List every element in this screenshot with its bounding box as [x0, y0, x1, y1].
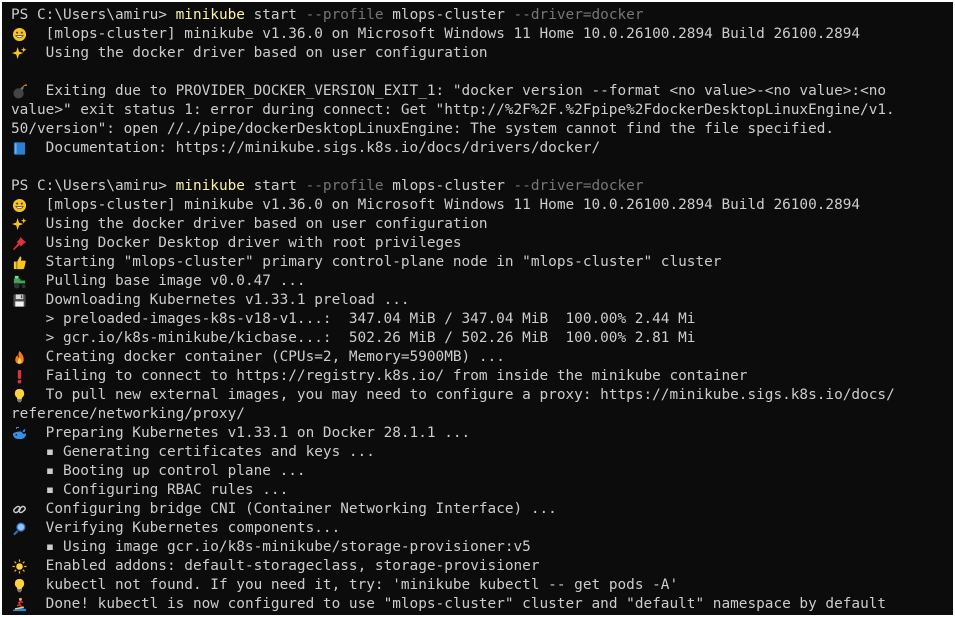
output-line: Using Docker Desktop driver with root pr…: [11, 234, 953, 253]
command-argument: mlops-cluster: [383, 178, 514, 194]
output-line: kubectl not found. If you need it, try: …: [11, 576, 953, 595]
command-flag: --driver=docker: [513, 178, 644, 194]
output-text: > gcr.io/k8s-minikube/kicbase...: 502.26…: [45, 330, 696, 346]
output-text: reference/networking/proxy/: [11, 406, 245, 422]
output-line: Using the docker driver based on user co…: [11, 215, 953, 234]
output-text: kubectl not found. If you need it, try: …: [45, 577, 679, 593]
output-text: value>" exit status 1: error during conn…: [11, 102, 895, 118]
grinning-face-icon: [11, 25, 37, 44]
magnifier-icon: [11, 519, 37, 538]
output-text: Downloading Kubernetes v1.33.1 preload .…: [45, 292, 410, 308]
output-line: Pulling base image v0.0.47 ...: [11, 272, 953, 291]
pushpin-icon: [11, 234, 37, 253]
output-text: Done! kubectl is now configured to use "…: [45, 596, 887, 612]
output-line: reference/networking/proxy/: [11, 405, 953, 424]
output-line: value>" exit status 1: error during conn…: [11, 101, 953, 120]
prompt-line: PS C:\Users\amiru> minikube start --prof…: [11, 6, 953, 25]
exclamation-icon: [11, 367, 37, 386]
whale-icon: [11, 424, 37, 443]
output-line: ▪ Booting up control plane ...: [11, 462, 953, 481]
output-line: Enabled addons: default-storageclass, st…: [11, 557, 953, 576]
fire-icon: [11, 348, 37, 367]
link-icon: [11, 500, 37, 519]
output-text: ▪ Using image gcr.io/k8s-minikube/storag…: [45, 539, 531, 555]
output-line: Done! kubectl is now configured to use "…: [11, 595, 953, 614]
command-executable: minikube: [175, 7, 245, 23]
output-line: [mlops-cluster] minikube v1.36.0 on Micr…: [11, 25, 953, 44]
output-text: [mlops-cluster] minikube v1.36.0 on Micr…: [45, 197, 861, 213]
output-line: Verifying Kubernetes components...: [11, 519, 953, 538]
output-line: > preloaded-images-k8s-v18-v1...: 347.04…: [11, 310, 953, 329]
star-icon: [11, 557, 37, 576]
output-text: ▪ Booting up control plane ...: [45, 463, 306, 479]
output-text: Verifying Kubernetes components...: [45, 520, 341, 536]
tractor-icon: [11, 272, 37, 291]
output-line: Creating docker container (CPUs=2, Memor…: [11, 348, 953, 367]
command-flag: --driver=docker: [513, 7, 644, 23]
output-text: Creating docker container (CPUs=2, Memor…: [45, 349, 505, 365]
output-text: Using Docker Desktop driver with root pr…: [45, 235, 462, 251]
output-text: ▪ Generating certificates and keys ...: [45, 444, 375, 460]
output-text: Enabled addons: default-storageclass, st…: [45, 558, 540, 574]
output-line: 50/version": open //./pipe/dockerDesktop…: [11, 120, 953, 139]
surfer-icon: [11, 595, 37, 614]
output-line: Using the docker driver based on user co…: [11, 44, 953, 63]
output-line: > gcr.io/k8s-minikube/kicbase...: 502.26…: [11, 329, 953, 348]
output-text: Failing to connect to https://registry.k…: [45, 368, 748, 384]
output-text: Configuring bridge CNI (Container Networ…: [45, 501, 557, 517]
floppy-disk-icon: [11, 291, 37, 310]
command-flag: --profile: [305, 7, 384, 23]
grinning-face-icon: [11, 196, 37, 215]
output-text: Starting "mlops-cluster" primary control…: [45, 254, 722, 270]
output-text: 50/version": open //./pipe/dockerDesktop…: [11, 121, 835, 137]
prompt-text: PS C:\Users\amiru>: [11, 7, 176, 23]
output-line: Exiting due to PROVIDER_DOCKER_VERSION_E…: [11, 82, 953, 101]
output-line: Starting "mlops-cluster" primary control…: [11, 253, 953, 272]
bomb-icon: [11, 82, 37, 101]
command-flag: --profile: [305, 178, 384, 194]
prompt-text: PS C:\Users\amiru>: [11, 178, 176, 194]
output-text: > preloaded-images-k8s-v18-v1...: 347.04…: [45, 311, 696, 327]
output-line: ▪ Using image gcr.io/k8s-minikube/storag…: [11, 538, 953, 557]
thumbs-up-icon: [11, 253, 37, 272]
output-text: Documentation: https://minikube.sigs.k8s…: [45, 140, 601, 156]
output-text: Preparing Kubernetes v1.33.1 on Docker 2…: [45, 425, 471, 441]
output-text: To pull new external images, you may nee…: [45, 387, 895, 403]
lightbulb-icon: [11, 576, 37, 595]
sparkles-icon: [11, 215, 37, 234]
blue-book-icon: [11, 139, 37, 158]
output-line: ▪ Configuring RBAC rules ...: [11, 481, 953, 500]
output-line: Documentation: https://minikube.sigs.k8s…: [11, 139, 953, 158]
output-text: Pulling base image v0.0.47 ...: [45, 273, 306, 289]
output-line: Downloading Kubernetes v1.33.1 preload .…: [11, 291, 953, 310]
command-subcommand: start: [244, 7, 306, 23]
command-executable: minikube: [175, 178, 245, 194]
output-text: [mlops-cluster] minikube v1.36.0 on Micr…: [45, 26, 861, 42]
output-line: [mlops-cluster] minikube v1.36.0 on Micr…: [11, 196, 953, 215]
command-argument: mlops-cluster: [383, 7, 514, 23]
lightbulb-icon: [11, 386, 37, 405]
prompt-line: PS C:\Users\amiru> minikube start --prof…: [11, 177, 953, 196]
output-line: ▪ Generating certificates and keys ...: [11, 443, 953, 462]
output-text: Exiting due to PROVIDER_DOCKER_VERSION_E…: [45, 83, 887, 99]
command-subcommand: start: [244, 178, 306, 194]
output-line: Preparing Kubernetes v1.33.1 on Docker 2…: [11, 424, 953, 443]
sparkles-icon: [11, 44, 37, 63]
output-line: Configuring bridge CNI (Container Networ…: [11, 500, 953, 519]
terminal-window[interactable]: PS C:\Users\amiru> minikube start --prof…: [2, 2, 953, 615]
output-text: Using the docker driver based on user co…: [45, 45, 488, 61]
output-line: Failing to connect to https://registry.k…: [11, 367, 953, 386]
output-line: To pull new external images, you may nee…: [11, 386, 953, 405]
output-text: ▪ Configuring RBAC rules ...: [45, 482, 289, 498]
output-text: Using the docker driver based on user co…: [45, 216, 488, 232]
